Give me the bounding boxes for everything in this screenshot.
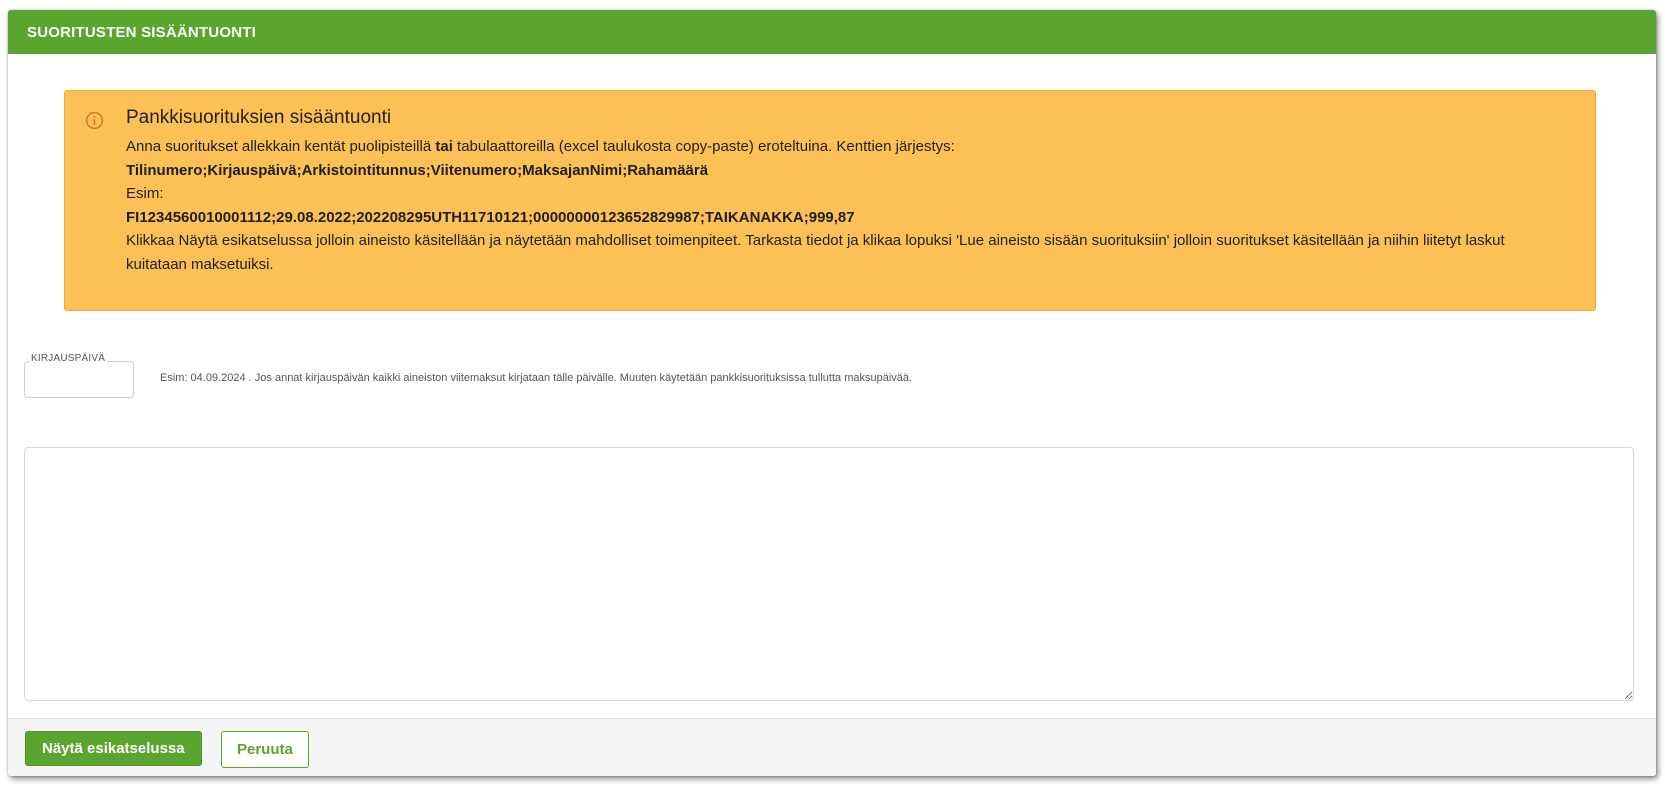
alert-intro-emphasis: tai: [435, 138, 453, 155]
cancel-button[interactable]: Peruuta: [221, 731, 309, 768]
info-alert: Pankkisuorituksien sisääntuonti Anna suo…: [64, 90, 1596, 311]
alert-fields-order: Tilinumero;Kirjauspäivä;Arkistointitunnu…: [126, 161, 709, 179]
posting-date-label: KIRJAUSPÄIVÄ: [29, 353, 108, 364]
alert-example-label: Esim:: [126, 185, 164, 202]
alert-example-value: FI1234560010001112;29.08.2022;202208295U…: [126, 208, 855, 226]
posting-date-hint: Esim: 04.09.2024 . Jos annat kirjauspäiv…: [160, 372, 913, 384]
alert-intro-line: Anna suoritukset allekkain kentät puolip…: [126, 135, 1565, 159]
preview-button[interactable]: Näytä esikatselussa: [25, 731, 202, 766]
alert-intro-text-end: tabulaattoreilla (excel taulukosta copy-…: [452, 138, 955, 155]
alert-body: Pankkisuorituksien sisääntuonti Anna suo…: [126, 105, 1565, 276]
panel-footer: Näytä esikatselussa Peruuta: [8, 718, 1656, 776]
import-panel: SUORITUSTEN SISÄÄNTUONTI Pankkisuorituks…: [8, 10, 1656, 776]
alert-title: Pankkisuorituksien sisääntuonti: [126, 107, 392, 128]
payments-data-textarea[interactable]: [24, 447, 1634, 701]
alert-intro-text: Anna suoritukset allekkain kentät puolip…: [126, 138, 436, 155]
panel-header: SUORITUSTEN SISÄÄNTUONTI: [8, 10, 1656, 54]
alert-instructions: Klikkaa Näytä esikatselussa jolloin aine…: [126, 232, 1505, 273]
info-circle-icon: [85, 111, 104, 130]
posting-date-input[interactable]: [24, 361, 134, 398]
panel-title: SUORITUSTEN SISÄÄNTUONTI: [27, 23, 256, 41]
